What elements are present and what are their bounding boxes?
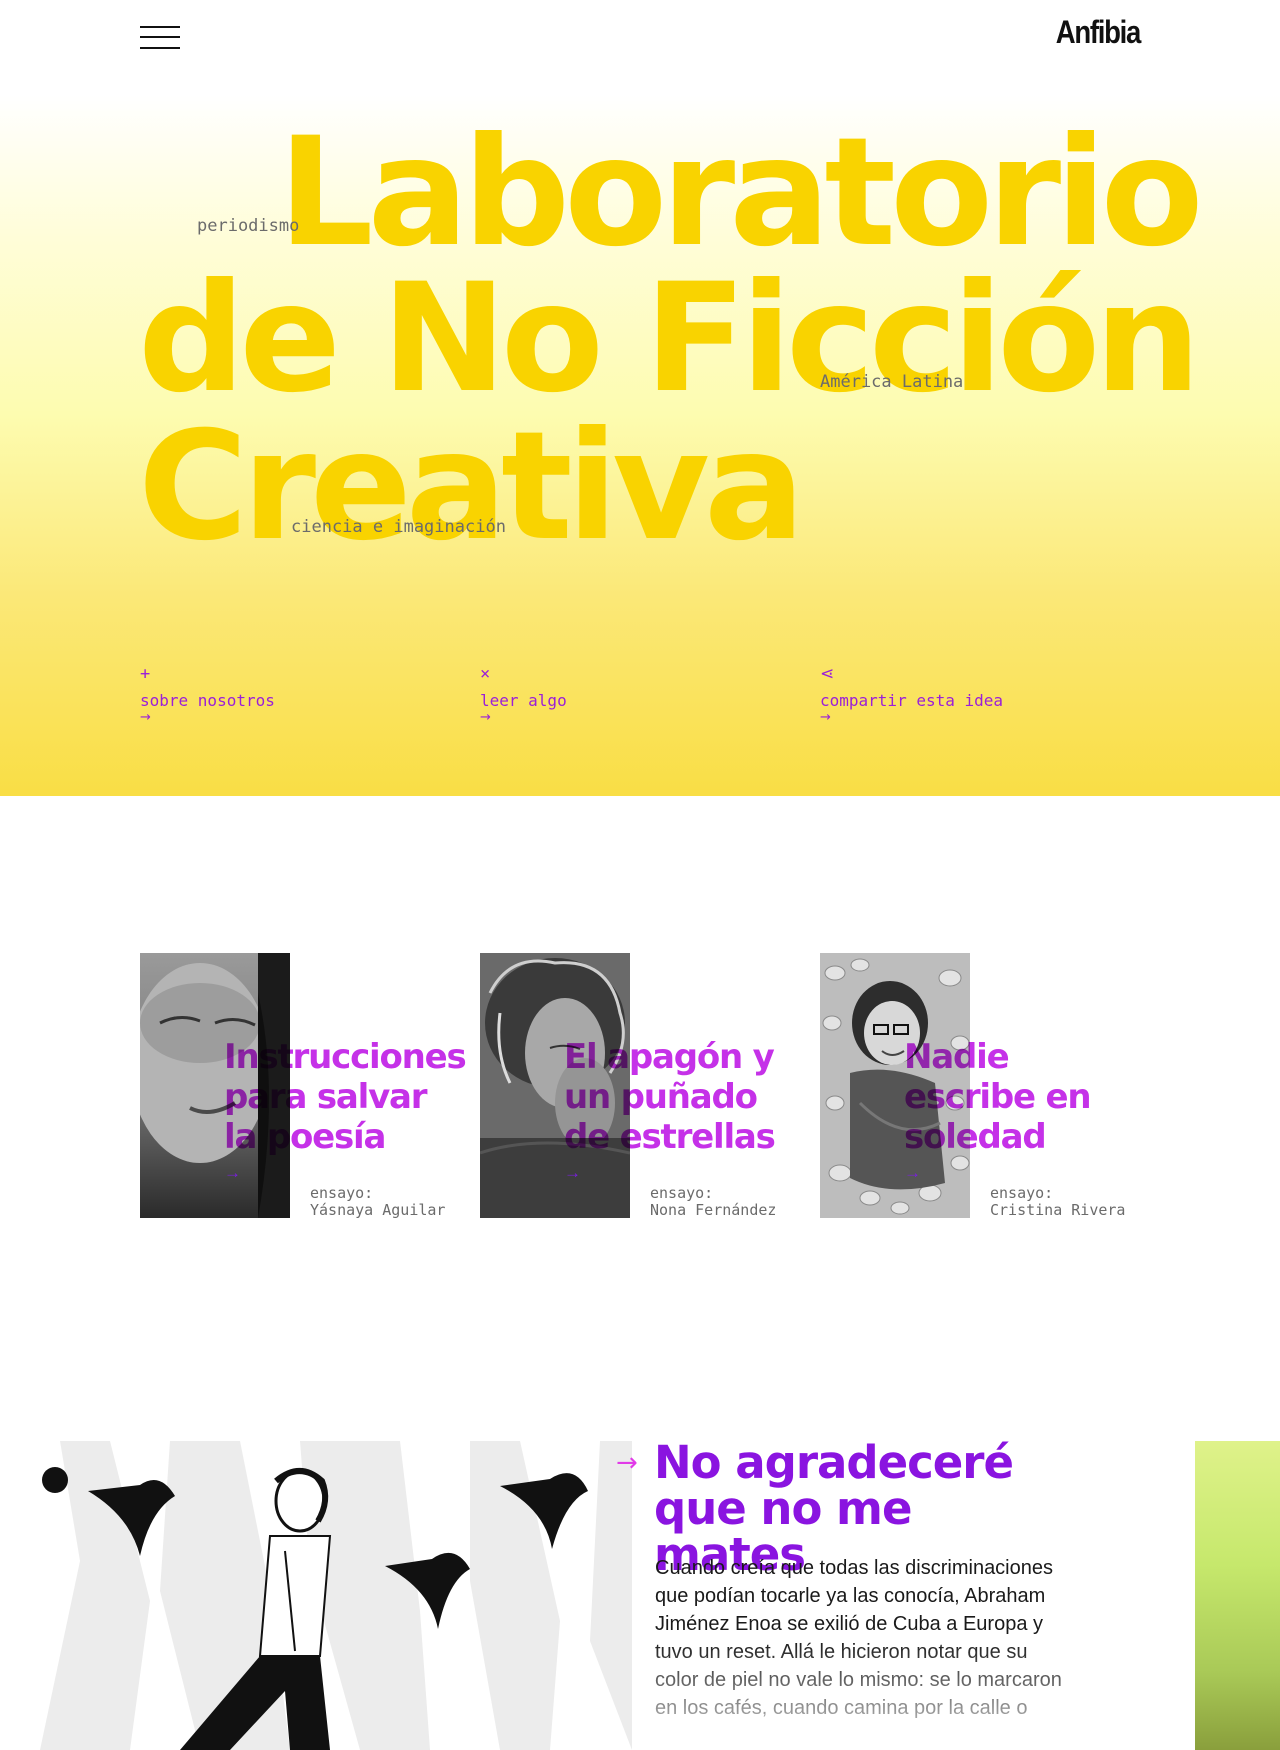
arrow-right-icon: → — [616, 1448, 638, 1478]
hero-title-line-2: de No Ficción — [138, 252, 1201, 426]
hero-tag-america-latina: América Latina — [820, 372, 964, 392]
share-link-label: compartir esta idea — [820, 691, 1004, 710]
card-type: ensayo: — [310, 1184, 374, 1202]
plus-icon: + — [140, 664, 151, 684]
about-link-label: sobre nosotros — [140, 691, 275, 710]
arrow-right-icon: → — [140, 710, 151, 725]
essay-card[interactable]: Instrucciones para salvar la poesía → en… — [140, 953, 467, 1219]
read-link[interactable]: × leer algo → — [480, 664, 740, 726]
essay-card[interactable]: Nadie escribe en soledad → ensayo: Crist… — [820, 953, 1140, 1219]
arrow-right-icon: → — [564, 1163, 581, 1182]
arrow-right-icon: → — [224, 1163, 241, 1182]
excerpt-fade — [640, 1640, 1080, 1750]
card-type: ensayo: — [650, 1184, 714, 1202]
hamburger-icon[interactable] — [140, 26, 180, 50]
arrow-right-icon: → — [904, 1163, 921, 1182]
essay-card[interactable]: El apagón y un puñado de estrellas → ens… — [480, 953, 800, 1219]
hero-section: Anfibia Laboratorio de No Ficción Creati… — [0, 0, 1280, 796]
close-icon: × — [480, 664, 491, 684]
feature-illustration[interactable] — [0, 1441, 632, 1750]
card-author: Nona Fernández — [650, 1201, 777, 1219]
hero-title-line-1: Laboratorio — [278, 106, 1204, 280]
card-type: ensayo: — [990, 1184, 1054, 1202]
next-article-thumbnail[interactable] — [1195, 1441, 1280, 1750]
share-link[interactable]: ⋖ compartir esta idea → — [820, 664, 1080, 726]
read-link-label: leer algo — [480, 691, 567, 710]
hero-tag-periodismo: periodismo — [197, 216, 300, 236]
card-title[interactable]: Instrucciones para salvar la poesía — [224, 1037, 467, 1157]
card-meta: ensayo: Nona Fernández — [650, 1185, 776, 1219]
card-author: Yásnaya Aguilar — [310, 1201, 446, 1219]
share-icon: ⋖ — [820, 664, 835, 684]
card-meta: ensayo: Yásnaya Aguilar — [310, 1185, 445, 1219]
arrow-right-icon: → — [480, 710, 491, 725]
hero-title-line-3: Creativa — [138, 400, 805, 574]
hero-tag-ciencia: ciencia e imaginación — [291, 517, 506, 537]
site-logo[interactable]: Anfibia — [1054, 14, 1142, 51]
about-link[interactable]: + sobre nosotros → — [140, 664, 400, 726]
card-meta: ensayo: Cristina Rivera — [990, 1185, 1125, 1219]
arrow-right-icon: → — [820, 710, 831, 725]
card-title[interactable]: Nadie escribe en soledad — [904, 1037, 1144, 1157]
card-author: Cristina Rivera — [990, 1201, 1126, 1219]
card-title[interactable]: El apagón y un puñado de estrellas — [564, 1037, 804, 1157]
